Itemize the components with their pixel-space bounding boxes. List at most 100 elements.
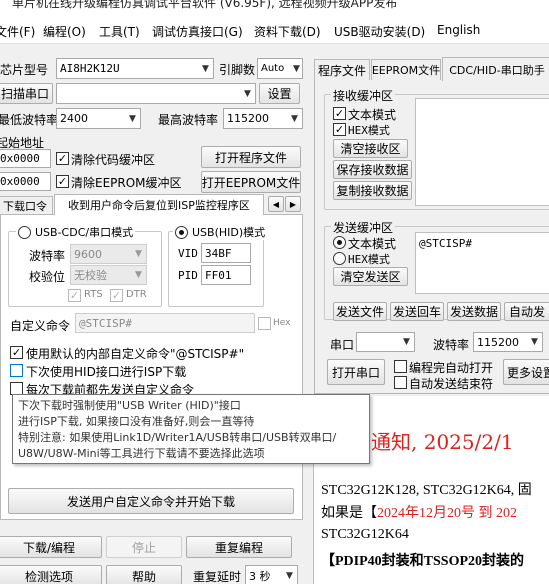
open-port-button[interactable]: 打开串口 [327, 359, 385, 385]
clear-send-button[interactable]: 清空发送区 [333, 267, 408, 286]
tab-serial-assistant[interactable]: CDC/HID-串口助手 [442, 57, 549, 81]
menu-english[interactable]: English [437, 23, 480, 37]
menu-file[interactable]: 文件(F) [0, 23, 35, 40]
send-custom-command-label: 发送用户自定义命令并开始下载 [66, 494, 235, 509]
pid-value: FF01 [205, 268, 232, 282]
receive-buffer-textarea[interactable] [415, 98, 549, 206]
download-program-label: 下载/编程 [22, 540, 76, 555]
menu-tools[interactable]: 工具(T) [99, 23, 140, 40]
port-select[interactable]: ▼ [356, 332, 415, 352]
detect-options-label: 检测选项 [24, 569, 73, 584]
tab-eeprom-file[interactable]: EEPROM文件 [371, 59, 441, 80]
serial-baud-select[interactable]: 115200 ▼ [473, 332, 543, 352]
tab-download-password[interactable]: 下载口令 [0, 196, 53, 215]
tab-scroll-right-button[interactable]: ▶ [285, 196, 301, 212]
tab-scroll-left-button[interactable]: ◀ [268, 196, 284, 212]
usb-hid-radio[interactable] [175, 225, 188, 239]
tab-serial-assistant-label: CDC/HID-串口助手 [449, 63, 545, 77]
settings-button-label: 设置 [267, 87, 292, 101]
baud-label: 波特率 [29, 249, 66, 263]
tooltip: 下次下载时强制使用"USB Writer (HID)"接口 进行ISP下载, 如… [12, 394, 370, 464]
dtr-checkbox[interactable]: ✓ [110, 289, 123, 302]
help-label: 帮助 [131, 569, 156, 584]
chevron-down-icon: ▼ [244, 88, 251, 99]
more-settings-button[interactable]: 更多设置 [503, 359, 549, 385]
hex-label: Hex [273, 318, 291, 328]
open-eeprom-file-label: 打开EEPROM文件 [201, 175, 301, 190]
menu-usb-driver[interactable]: USB驱动安装(D) [334, 23, 425, 40]
download-program-button[interactable]: 下载/编程 [0, 536, 102, 558]
pin-count-select[interactable]: Auto ▼ [257, 58, 303, 79]
parity-select[interactable]: 无校验 ▼ [70, 265, 147, 285]
rts-checkbox[interactable]: ✓ [68, 289, 81, 302]
vid-value: 34BF [205, 246, 232, 260]
repeat-delay-select[interactable]: 3 秒 ▼ [245, 565, 298, 584]
custom-command-input[interactable]: @STCISP# [75, 313, 255, 333]
repeat-program-button[interactable]: 重复编程 [186, 536, 292, 558]
auto-end-checkbox[interactable] [394, 376, 407, 389]
send-hex-mode-label: HEX模式 [348, 253, 390, 266]
send-data-button[interactable]: 发送数据 [447, 302, 501, 321]
auto-send-button[interactable]: 自动发 [504, 302, 549, 321]
chevron-down-icon: ▼ [291, 113, 298, 124]
clear-eeprom-checkbox[interactable]: ✓ [56, 175, 69, 188]
tab-isp-reset[interactable]: 收到用户命令后复位到ISP监控程序区 [54, 194, 264, 215]
tab-eeprom-file-label: EEPROM文件 [371, 64, 441, 77]
send-hex-mode-radio[interactable] [333, 252, 346, 265]
send-custom-command-button[interactable]: 发送用户自定义命令并开始下载 [8, 488, 294, 514]
auto-open-checkbox[interactable] [394, 360, 407, 373]
parity-value: 无校验 [74, 269, 107, 282]
window-title: 单片机在线升级编程仿真调试平台软件 (V6.95F), 远程视频升级APP发布 [12, 0, 398, 10]
auto-end-label: 自动发送结束符 [409, 377, 494, 391]
receive-text-mode-checkbox[interactable]: ✓ [333, 107, 346, 120]
scan-port-button[interactable]: 扫描串口 [0, 83, 53, 104]
hex-checkbox[interactable] [258, 317, 271, 330]
help-button[interactable]: 帮助 [106, 565, 182, 584]
custom-command-label: 自定义命令 [10, 319, 71, 333]
chevron-down-icon: ▼ [293, 63, 300, 74]
chevron-down-icon: ▼ [202, 63, 209, 74]
auto-open-label: 编程完自动打开 [409, 361, 494, 375]
open-program-file-button[interactable]: 打开程序文件 [201, 146, 301, 168]
stop-button[interactable]: 停止 [106, 536, 182, 558]
copy-receive-button[interactable]: 复制接收数据 [333, 181, 412, 200]
chevron-down-icon: ▼ [286, 570, 293, 581]
clear-code-checkbox[interactable]: ✓ [56, 152, 69, 165]
menu-download[interactable]: 资料下载(D) [254, 23, 321, 40]
notice-line: STC32G12K64 [321, 527, 409, 542]
send-return-button[interactable]: 发送回车 [390, 302, 444, 321]
chip-model-label: 芯片型号 [0, 63, 49, 77]
menu-debug[interactable]: 调试仿真接口(G) [152, 23, 243, 40]
use-default-command-checkbox[interactable]: ✓ [10, 346, 23, 359]
chip-model-select[interactable]: AI8H2K12U ▼ [56, 58, 214, 79]
use-hid-next-checkbox[interactable] [10, 364, 23, 377]
clear-code-label: 清除代码缓冲区 [71, 153, 156, 167]
send-buffer-textarea[interactable]: @STCISP# [415, 232, 549, 294]
vid-input[interactable]: 34BF [201, 243, 251, 263]
chip-model-value: AI8H2K12U [60, 62, 120, 75]
send-file-button[interactable]: 发送文件 [333, 302, 387, 321]
detect-options-button[interactable]: 检测选项 [0, 565, 102, 584]
max-baud-select[interactable]: 115200 ▼ [223, 108, 303, 129]
tab-program-file[interactable]: 程序文件 [314, 59, 370, 80]
open-eeprom-file-button[interactable]: 打开EEPROM文件 [201, 171, 301, 193]
use-hid-next-label: 下次使用HID接口进行ISP下载 [26, 365, 187, 379]
receive-hex-mode-checkbox[interactable]: ✓ [333, 123, 346, 136]
notice-date-range: 2024年12月20号 到 202 [377, 506, 517, 521]
eeprom-address-input[interactable]: 0x0000 [0, 172, 51, 191]
usb-cdc-radio[interactable] [18, 225, 31, 239]
send-return-label: 发送回车 [392, 305, 441, 319]
settings-button[interactable]: 设置 [259, 83, 300, 104]
clear-receive-label: 清空接收区 [340, 142, 401, 156]
save-receive-button[interactable]: 保存接收数据 [333, 160, 412, 179]
notice-line: 如果是【2024年12月20号 到 202 [321, 502, 517, 522]
clear-receive-button[interactable]: 清空接收区 [333, 139, 408, 158]
min-baud-select[interactable]: 2400 ▼ [56, 108, 141, 129]
notice-line: STC32G12K128, STC32G12K64, 固 [321, 483, 532, 498]
send-text-mode-radio[interactable] [333, 236, 346, 249]
scan-port-select[interactable]: ▼ [56, 83, 256, 104]
code-address-input[interactable]: 0x0000 [0, 149, 51, 168]
pid-input[interactable]: FF01 [201, 265, 251, 285]
menu-program[interactable]: 编程(O) [43, 23, 86, 40]
baud-select[interactable]: 9600 ▼ [70, 244, 147, 264]
